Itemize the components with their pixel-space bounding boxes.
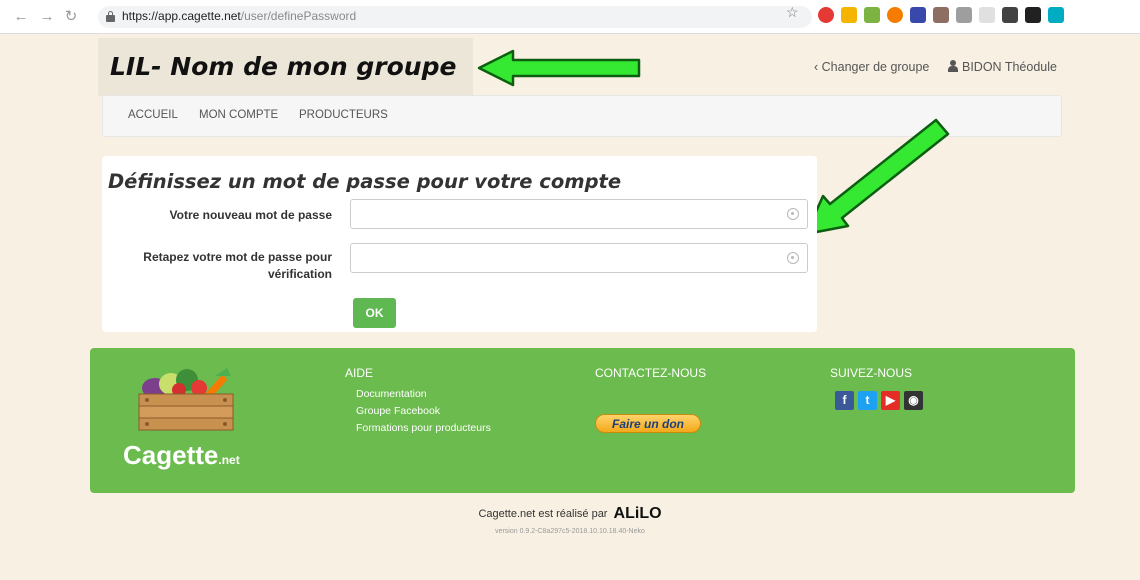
retype-label-line2: vérification (267, 267, 332, 281)
amazon-extension-icon[interactable] (1025, 7, 1041, 23)
diagonal-arrow-annotation-icon (804, 118, 950, 236)
vegetable-crate-logo (138, 368, 234, 431)
change-group-label: Changer de groupe (821, 60, 930, 74)
ok-button[interactable]: OK (353, 298, 396, 328)
url-path: /user/definePassword (240, 9, 357, 23)
github-icon[interactable]: ◉ (904, 391, 923, 410)
youtube-icon[interactable]: ▶ (881, 391, 900, 410)
version-string: version 0.9.2-C8a297c5-2018.10.10.18.40-… (495, 528, 645, 535)
help-heading: AIDE (345, 366, 374, 380)
brand-tld: .net (218, 453, 240, 467)
form-title: Définissez un mot de passe pour votre co… (108, 170, 622, 193)
documentation-link[interactable]: Documentation (356, 388, 427, 400)
twitter-icon[interactable]: t (858, 391, 877, 410)
new-password-label: Votre nouveau mot de passe (169, 208, 333, 222)
pocket-extension-icon[interactable] (910, 7, 926, 23)
user-icon (947, 60, 959, 72)
follow-heading: SUIVEZ-NOUS (830, 366, 913, 380)
url-text: https://app.cagette.net/user/definePassw… (122, 9, 356, 23)
extension-icons (818, 7, 1064, 27)
adblock-extension-icon[interactable] (818, 7, 834, 23)
credit-line: Cagette.net est réalisé par ALiLO (0, 505, 1140, 523)
reload-icon[interactable]: ↻ (62, 8, 80, 26)
donate-button[interactable]: Faire un don (595, 414, 701, 433)
group-title-banner: LIL- Nom de mon groupe (98, 38, 473, 96)
grey-extension-icon[interactable] (956, 7, 972, 23)
browser-toolbar: ← → ↻ https://app.cagette.net/user/defin… (0, 0, 1140, 34)
retype-password-input[interactable] (350, 243, 808, 273)
new-password-input[interactable] (350, 199, 808, 229)
shield-extension-icon[interactable] (979, 7, 995, 23)
lock-icon (106, 11, 115, 22)
credit-text: Cagette.net est réalisé par (478, 508, 608, 520)
nav-item-accueil[interactable]: ACCUEIL (128, 109, 178, 121)
footer-brand: Cagette.net (123, 440, 240, 471)
facebook-icon[interactable]: f (835, 391, 854, 410)
retype-password-label: Retapez votre mot de passe pour vérificat… (143, 249, 332, 283)
alilo-logo[interactable]: ALiLO (614, 505, 662, 522)
contact-heading: CONTACTEZ-NOUS (595, 366, 707, 380)
user-name: BIDON Théodule (962, 60, 1057, 74)
change-group-link[interactable]: ‹ Changer de groupe (814, 60, 929, 74)
facebook-group-link[interactable]: Groupe Facebook (356, 405, 440, 417)
brown-extension-icon[interactable] (933, 7, 949, 23)
password-key-icon (787, 208, 799, 220)
nav-item-mon-compte[interactable]: MON COMPTE (199, 109, 278, 121)
password-key-icon (787, 252, 799, 264)
forward-arrow-icon[interactable]: → (38, 8, 56, 26)
site-footer: Cagette.net AIDE Documentation Groupe Fa… (90, 348, 1075, 493)
url-host: https://app.cagette.net (122, 9, 241, 23)
dark-extension-icon[interactable] (1002, 7, 1018, 23)
green-extension-icon[interactable] (864, 7, 880, 23)
chevron-left-icon: ‹ (814, 60, 822, 74)
define-password-panel: Définissez un mot de passe pour votre co… (102, 156, 817, 332)
bookmark-star-icon[interactable]: ☆ (786, 4, 799, 21)
left-arrow-annotation-icon (477, 49, 641, 87)
nav-item-producteurs[interactable]: PRODUCTEURS (299, 109, 388, 121)
brand-name: Cagette (123, 440, 219, 470)
notes-extension-icon[interactable] (841, 7, 857, 23)
user-menu[interactable]: BIDON Théodule (947, 60, 1057, 74)
back-arrow-icon[interactable]: ← (12, 8, 30, 26)
producer-training-link[interactable]: Formations pour producteurs (356, 422, 491, 434)
orange-extension-icon[interactable] (887, 7, 903, 23)
teal-extension-icon[interactable] (1048, 7, 1064, 23)
address-bar[interactable]: https://app.cagette.net/user/definePassw… (98, 6, 812, 28)
group-title: LIL- Nom de mon groupe (110, 52, 457, 81)
retype-label-line1: Retapez votre mot de passe pour (143, 250, 332, 264)
